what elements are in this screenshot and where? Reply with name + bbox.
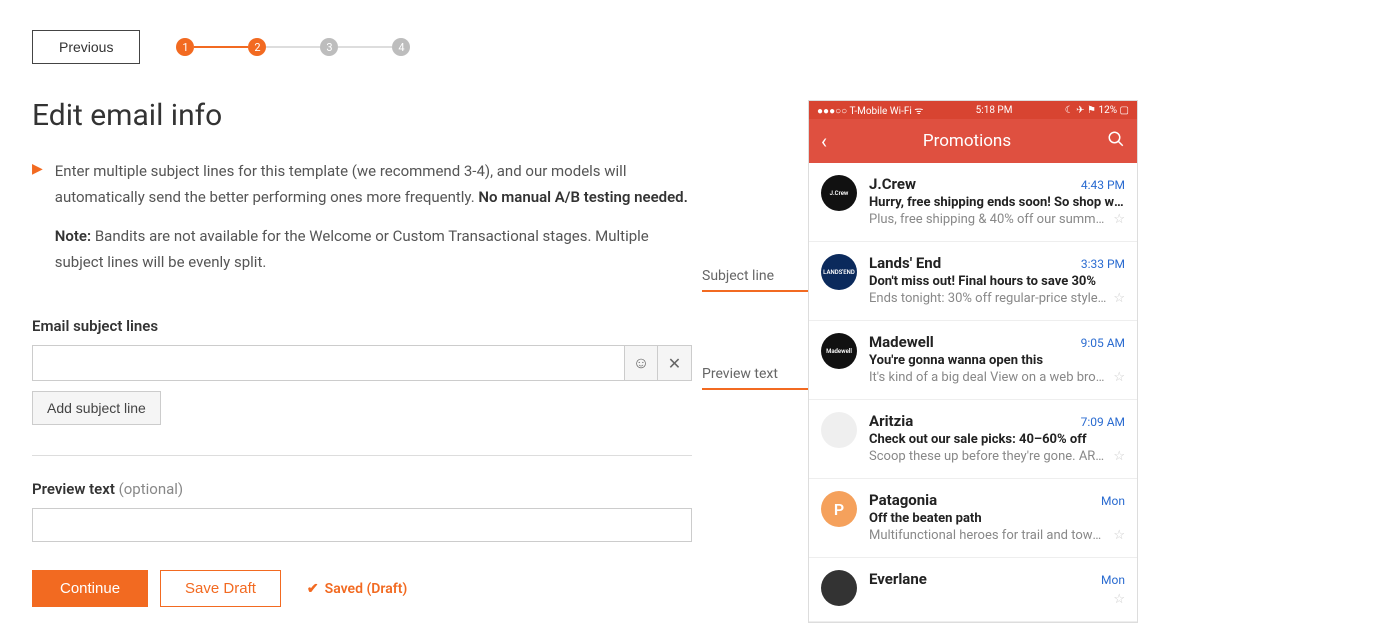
star-icon: ☆ [1113, 528, 1125, 543]
email-row: P Patagonia Mon Off the beaten path Multifun… [809, 479, 1137, 558]
phone-header-title: Promotions [923, 131, 1011, 151]
email-time: 7:09 AM [1081, 415, 1125, 429]
step-indicator: 1 2 3 4 [176, 38, 410, 56]
emoji-picker-button[interactable]: ☺ [624, 345, 658, 381]
email-sender: Madewell [869, 333, 934, 351]
step-4[interactable]: 4 [392, 38, 410, 56]
phone-preview: ●●●○○ T-Mobile Wi-Fi ᯤ 5:18 PM ☾ ✈ ⚑ 12%… [808, 100, 1138, 623]
email-subject: Off the beaten path [869, 511, 1125, 526]
pointer-preview-label: Preview text [702, 366, 782, 382]
save-draft-button[interactable]: Save Draft [160, 570, 281, 607]
previous-button[interactable]: Previous [32, 30, 140, 64]
email-preview: Ends tonight: 30% off regular-price styl… [869, 291, 1107, 306]
subject-line-input[interactable] [32, 345, 624, 381]
email-subject: You're gonna wanna open this [869, 353, 1125, 368]
star-icon: ☆ [1113, 212, 1125, 227]
avatar [821, 570, 857, 606]
avatar: Madewell [821, 333, 857, 369]
email-subject: Don't miss out! Final hours to save 30% [869, 274, 1125, 289]
info-caret-icon[interactable]: ▶ [32, 161, 43, 289]
email-time: Mon [1101, 573, 1125, 587]
email-row: Aritzia 7:09 AM Check out our sale picks: … [809, 400, 1137, 479]
pointer-subject-label: Subject line [702, 268, 778, 284]
add-subject-line-button[interactable]: Add subject line [32, 391, 161, 425]
divider [32, 455, 692, 456]
subject-lines-label: Email subject lines [32, 317, 692, 335]
email-time: 3:33 PM [1081, 257, 1125, 271]
saved-status: ✔ Saved (Draft) [307, 581, 407, 597]
preview-text-input[interactable] [32, 508, 692, 542]
step-1[interactable]: 1 [176, 38, 194, 56]
phone-header: ‹ Promotions [809, 119, 1137, 163]
avatar [821, 412, 857, 448]
email-sender: Lands' End [869, 254, 941, 272]
avatar: LANDS'END [821, 254, 857, 290]
phone-status-bar: ●●●○○ T-Mobile Wi-Fi ᯤ 5:18 PM ☾ ✈ ⚑ 12%… [809, 101, 1137, 119]
email-preview: Multifunctional heroes for trail and tow… [869, 528, 1107, 543]
email-sender: Aritzia [869, 412, 913, 430]
email-row: Madewell Madewell 9:05 AM You're gonna wann… [809, 321, 1137, 400]
continue-button[interactable]: Continue [32, 570, 148, 607]
remove-subject-button[interactable]: ✕ [658, 345, 692, 381]
star-icon: ☆ [1113, 370, 1125, 385]
emoji-icon: ☺ [633, 353, 649, 373]
email-preview: Plus, free shipping & 40% off our summer… [869, 212, 1107, 227]
step-line [338, 46, 392, 48]
step-line [266, 46, 320, 48]
email-subject: Check out our sale picks: 40–60% off [869, 432, 1125, 447]
email-sender: Everlane [869, 570, 927, 588]
star-icon: ☆ [1113, 592, 1125, 607]
preview-text-label: Preview text (optional) [32, 480, 692, 498]
check-icon: ✔ [307, 581, 319, 597]
email-preview: Scoop these up before they're gone. ARIT… [869, 449, 1107, 464]
avatar: J.Crew [821, 175, 857, 211]
star-icon: ☆ [1113, 449, 1125, 464]
close-icon: ✕ [668, 354, 681, 373]
info-text: Enter multiple subject lines for this te… [55, 159, 692, 289]
email-preview: It's kind of a big deal View on a web br… [869, 370, 1107, 385]
info-note-label: Note: [55, 227, 91, 245]
email-subject: Hurry, free shipping ends soon! So shop … [869, 195, 1125, 210]
avatar: P [821, 491, 857, 527]
email-sender: Patagonia [869, 491, 937, 509]
back-icon: ‹ [821, 129, 827, 153]
email-row: Everlane Mon ☆ [809, 558, 1137, 622]
step-line [194, 46, 248, 48]
email-row: J.Crew J.Crew 4:43 PM Hurry, free shipping … [809, 163, 1137, 242]
email-sender: J.Crew [869, 175, 916, 193]
info-line1-bold: No manual A/B testing needed. [478, 188, 687, 206]
search-icon [1107, 129, 1125, 153]
step-2[interactable]: 2 [248, 38, 266, 56]
email-time: 9:05 AM [1081, 336, 1125, 350]
star-icon: ☆ [1113, 291, 1125, 306]
info-note-text: Bandits are not available for the Welcom… [55, 227, 649, 271]
email-time: 4:43 PM [1081, 178, 1125, 192]
email-row: LANDS'END Lands' End 3:33 PM Don't miss out… [809, 242, 1137, 321]
step-3[interactable]: 3 [320, 38, 338, 56]
page-title: Edit email info [32, 98, 692, 133]
email-time: Mon [1101, 494, 1125, 508]
